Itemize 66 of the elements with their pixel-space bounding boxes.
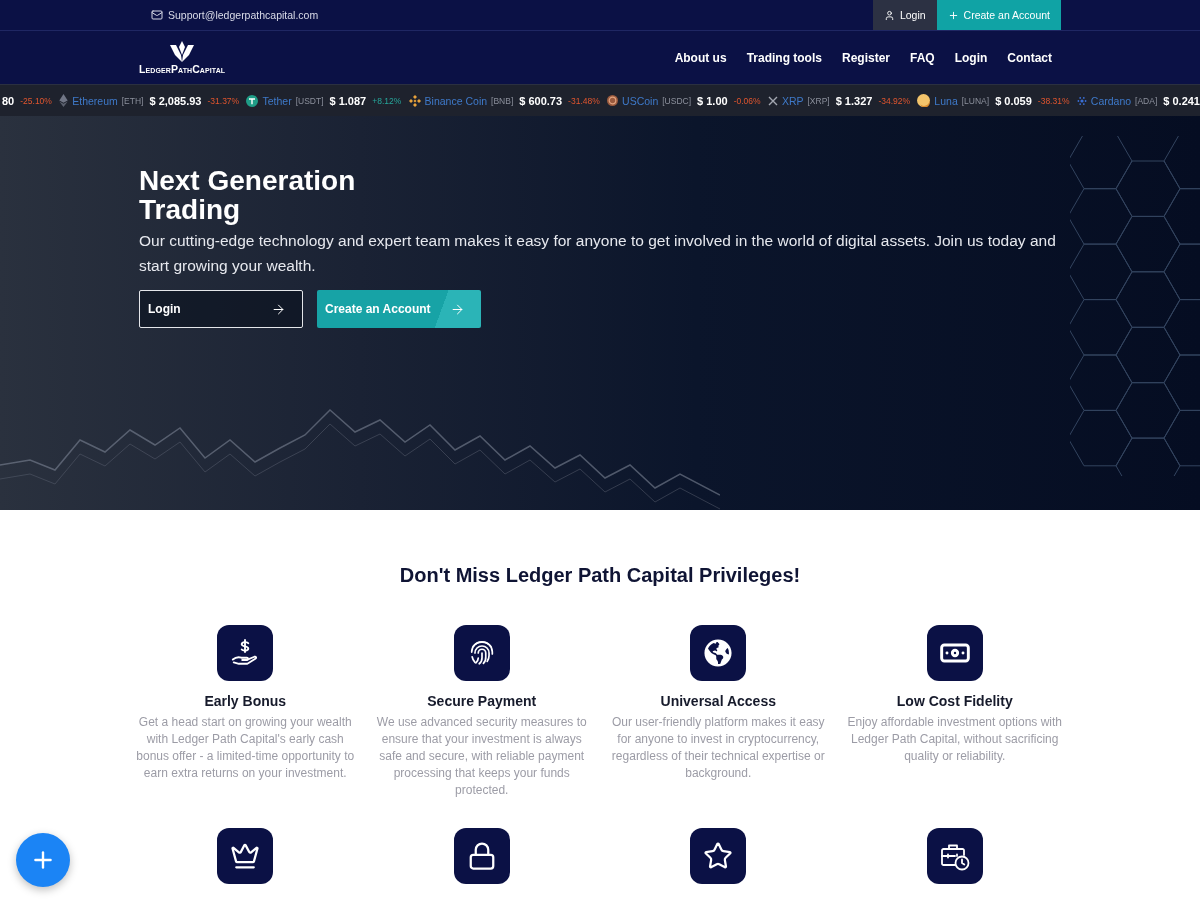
coin-price: $ 1.087 — [329, 94, 367, 107]
crown-icon — [230, 841, 261, 871]
login-button[interactable]: Login — [872, 0, 937, 30]
coin-price: $ 2,085.93 — [149, 94, 202, 107]
price-change: -31.48% — [568, 95, 600, 106]
feature-title: Early Bonus — [204, 692, 287, 710]
price-change: -38.31% — [1037, 95, 1070, 106]
nav-link[interactable]: Login — [954, 50, 988, 65]
coin-name[interactable]: Cardano — [1090, 94, 1132, 107]
coin-symbol: [USDT] — [295, 95, 324, 106]
dot-ring-icon — [1076, 95, 1087, 106]
coin-t-icon — [246, 94, 259, 107]
coin-symbol: [USDC] — [662, 95, 692, 106]
coin-symbol: [XRP] — [807, 95, 830, 106]
price-change: -34.92% — [878, 95, 911, 106]
coin-price: 80 — [2, 94, 15, 107]
price-change: -0.06% — [733, 95, 761, 106]
coin-symbol: [LUNA] — [961, 95, 990, 106]
login-button[interactable]: Login — [139, 290, 303, 328]
price-change: -31.37% — [207, 95, 240, 106]
nav-link[interactable]: Register — [841, 50, 890, 65]
hero-title: Next Generation Trading — [139, 166, 357, 224]
nav-link[interactable]: Contact — [1007, 50, 1052, 65]
logo-text[interactable]: LedgerPathCapital — [139, 62, 226, 75]
leaf-logo-icon — [170, 40, 195, 62]
mail-icon — [151, 9, 163, 21]
nav-link[interactable]: Trading tools — [746, 50, 822, 65]
price-change: -25.10% — [20, 95, 52, 106]
diamond-tiles-icon — [408, 94, 421, 107]
globe-icon — [704, 639, 733, 667]
section-title: Don't Miss Ledger Path Capital Privileges! — [398, 563, 802, 587]
feature-description: Our user-friendly platform makes it easy for anyone to invest in cryptocurrency, regardless of their technical expertise or background. — [610, 714, 826, 782]
moon-coin-icon — [917, 94, 931, 107]
feature-description: Get a head start on growing your wealth with Ledger Path Capital's early cash bonus offer - a limited-time opportunity to earn extra returns on your investment. — [136, 714, 355, 782]
price-change: +8.12% — [372, 95, 402, 106]
nav-link[interactable]: About us — [674, 50, 727, 65]
feature-title: Secure Payment — [427, 692, 537, 710]
diamond-logo-icon — [59, 94, 69, 107]
coin-symbol: [ADA] — [1135, 95, 1158, 106]
x-mark-icon — [767, 95, 778, 106]
coin-price: $ 0.241 — [1163, 94, 1200, 107]
coin-name[interactable]: Luna — [934, 94, 958, 107]
support-email-link[interactable]: Support@ledgerpathcapital.com — [168, 9, 319, 21]
coin-symbol: [ETH] — [121, 95, 144, 106]
arrow-right-icon — [450, 301, 465, 317]
coin-price: $ 1.00 — [697, 94, 728, 107]
coin-name[interactable]: USCoin — [622, 94, 659, 107]
feature-description: Enjoy affordable investment options with Ledger Path Capital, without sacrificing quality or reliability. — [846, 714, 1064, 765]
coin-symbol: [BNB] — [491, 95, 514, 106]
user-icon — [883, 9, 895, 21]
coin-name[interactable]: Binance Coin — [424, 94, 488, 107]
hero-text: Our cutting-edge technology and expert team makes it easy for anyone to get involved in the world of digital assets. Join us today and start growing your wealth. — [139, 231, 1057, 276]
feature-description: We use advanced security measures to ensure that your investment is always safe and secure, with reliable payment processing that keeps your funds protected. — [375, 714, 588, 799]
plus-icon — [947, 9, 959, 21]
feature-title: Universal Access — [660, 692, 776, 710]
coin-name[interactable]: Tether — [262, 94, 292, 107]
coin-price: $ 600.73 — [519, 94, 563, 107]
coin-price: $ 1.327 — [835, 94, 873, 107]
coin-name[interactable]: Ethereum — [72, 94, 118, 107]
coin-name[interactable]: XRP — [781, 94, 804, 107]
feature-title: Low Cost Fidelity — [896, 692, 1013, 710]
coin-price: $ 0.059 — [995, 94, 1032, 107]
star-icon — [703, 841, 734, 871]
arrow-right-icon — [271, 301, 286, 317]
coin-icon — [607, 95, 619, 106]
nav-link[interactable]: FAQ — [910, 50, 935, 65]
